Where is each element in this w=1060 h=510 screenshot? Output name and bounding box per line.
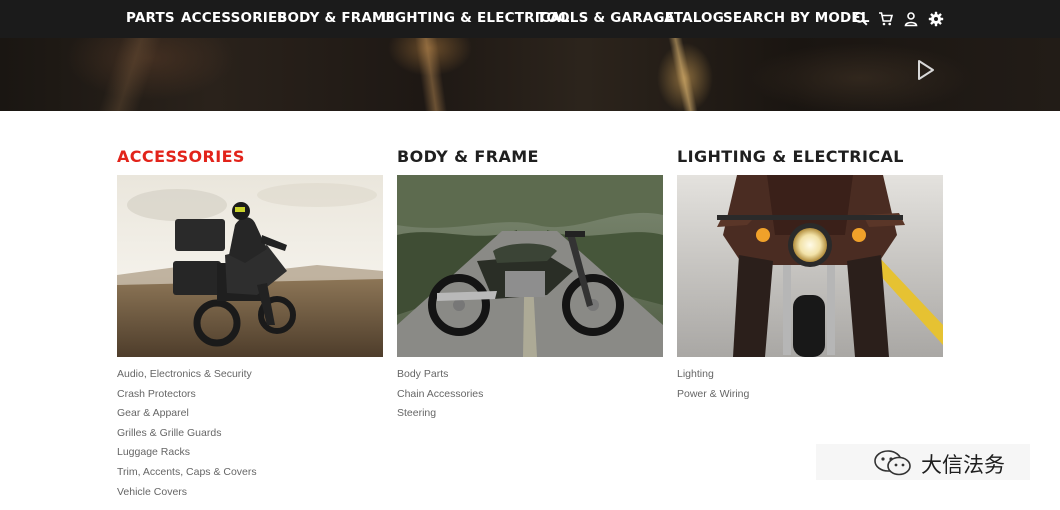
category-links-body-frame: Body Parts Chain Accessories Steering (397, 368, 483, 427)
gear-icon[interactable] (928, 11, 944, 27)
hero-light-streak (414, 38, 448, 111)
category-column-accessories: ACCESSORIES Audio, Electronics & Securit… (117, 146, 383, 497)
category-title-body-frame[interactable]: BODY & FRAME (397, 146, 663, 168)
category-link[interactable]: Crash Protectors (117, 388, 257, 408)
category-link[interactable]: Chain Accessories (397, 388, 483, 408)
category-link[interactable]: Luggage Racks (117, 446, 257, 466)
nav-item-parts[interactable]: PARTS (126, 10, 175, 26)
chat-bubble-logo-icon (874, 450, 911, 476)
nav-item-body-frame[interactable]: BODY & FRAME (277, 10, 395, 26)
hero-light-streak (668, 38, 698, 111)
category-link[interactable]: Power & Wiring (677, 388, 749, 408)
category-image-body-frame[interactable] (397, 175, 663, 357)
category-link[interactable]: Lighting (677, 368, 749, 388)
category-image-accessories[interactable] (117, 175, 383, 357)
user-icon[interactable] (903, 11, 919, 27)
nav-item-accessories[interactable]: ACCESSORIES (181, 10, 287, 26)
category-title-accessories[interactable]: ACCESSORIES (117, 146, 383, 168)
category-column-lighting-electrical: LIGHTING & ELECTRICAL Lighting Power & W… (677, 146, 943, 399)
category-link[interactable]: Gear & Apparel (117, 407, 257, 427)
category-link[interactable]: Body Parts (397, 368, 483, 388)
category-column-body-frame: BODY & FRAME Body Parts Chain Accessorie… (397, 146, 663, 419)
play-icon[interactable] (917, 59, 935, 81)
category-title-lighting-electrical[interactable]: LIGHTING & ELECTRICAL (677, 146, 943, 168)
hero-light-streak (98, 38, 162, 111)
category-links-accessories: Audio, Electronics & Security Crash Prot… (117, 368, 257, 505)
watermark-text: 大信法务 (921, 453, 1005, 477)
category-image-lighting-electrical[interactable] (677, 175, 943, 357)
nav-item-search-by-model[interactable]: SEARCH BY MODEL (723, 10, 870, 26)
category-link[interactable]: Trim, Accents, Caps & Covers (117, 466, 257, 486)
cart-icon[interactable] (878, 11, 894, 27)
category-link[interactable]: Grilles & Grille Guards (117, 427, 257, 447)
hero-banner (0, 38, 1060, 111)
top-navigation-bar: PARTS ACCESSORIES BODY & FRAME LIGHTING … (0, 0, 1060, 38)
category-links-lighting-electrical: Lighting Power & Wiring (677, 368, 749, 407)
category-link[interactable]: Steering (397, 407, 483, 427)
category-link[interactable]: Vehicle Covers (117, 486, 257, 506)
search-icon[interactable] (853, 11, 869, 27)
nav-item-catalog[interactable]: CATALOG (654, 10, 724, 26)
category-link[interactable]: Audio, Electronics & Security (117, 368, 257, 388)
